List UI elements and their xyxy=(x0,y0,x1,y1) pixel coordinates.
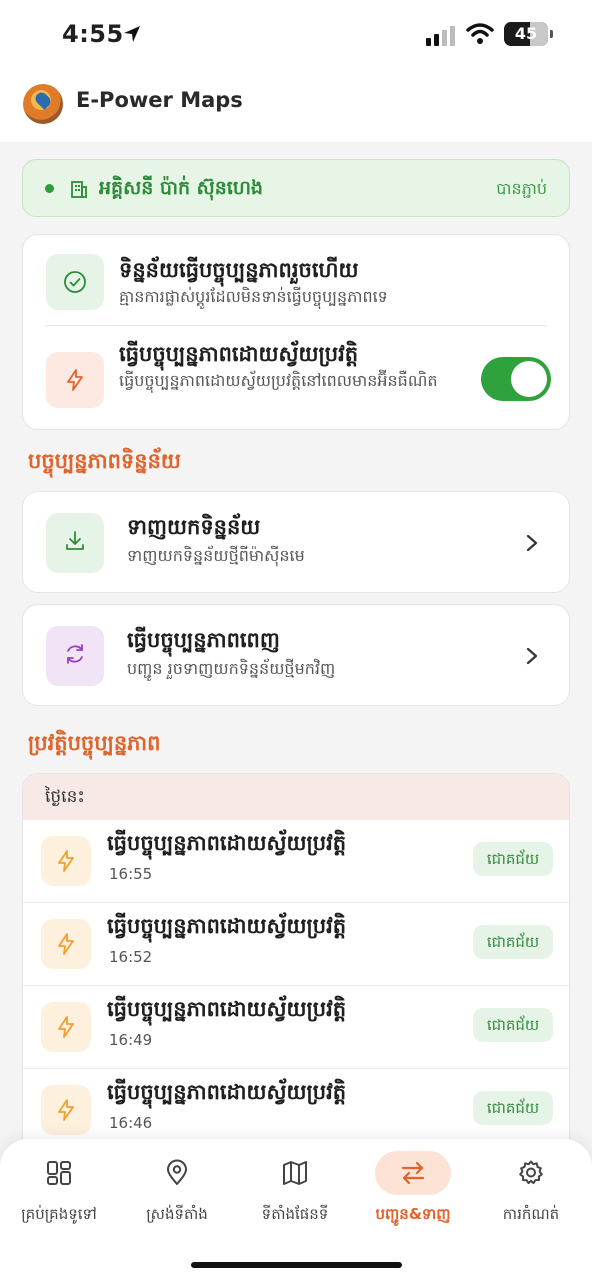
chevron-right-icon xyxy=(526,534,538,552)
download-data-button[interactable]: ទាញយកទិន្នន័យ ទាញយកទិន្នន័យថ្មីពីម៉ាស៊ីន… xyxy=(22,491,570,593)
nav-label: ការកំណត់ xyxy=(502,1205,560,1223)
nav-label: គ្រប់គ្រងទូទៅ xyxy=(21,1205,97,1223)
auto-sync-subtitle: ធ្វើបច្ចុប្បន្នភាពដោយស្វ័យប្រវត្តិនៅពេលម… xyxy=(119,371,438,390)
status-badge: ជោគជ័យ xyxy=(473,1091,553,1125)
history-bolt-tile xyxy=(41,1085,91,1135)
dashboard-icon xyxy=(47,1161,71,1185)
building-icon xyxy=(71,181,87,198)
download-tile xyxy=(46,513,104,573)
full-sync-subtitle: បញ្ជូន រួចទាញយកទិន្នន័យថ្មីមកវិញ xyxy=(127,659,336,678)
app-header: E-Power Maps xyxy=(0,70,592,142)
lightning-bolt-icon xyxy=(58,933,74,955)
app-logo-icon xyxy=(23,84,63,124)
bolt-tile xyxy=(46,352,104,408)
history-item[interactable]: ធ្វើបច្ចុប្បន្នភាពដោយស្វ័យប្រវត្តិ 16:46… xyxy=(23,1069,569,1140)
lightning-bolt-icon xyxy=(58,1099,74,1121)
sync-screen-content: អគ្គិសនី ប៉ាក់ ស៊ុនហេង បានភ្ជាប់ ទិន្នន័… xyxy=(0,142,592,1140)
sync-arrows-icon xyxy=(401,1161,425,1185)
full-sync-title: ធ្វើបច្ចុប្បន្នភាពពេញ xyxy=(127,628,280,652)
lightning-bolt-icon xyxy=(58,850,74,872)
auto-sync-toggle[interactable] xyxy=(481,357,551,401)
sync-status-subtitle: គ្មានការផ្លាស់ប្តូរដែលមិនទាន់ធ្វើបច្ចុប្… xyxy=(119,287,388,306)
nav-item-settings[interactable]: ការកំណត់ xyxy=(472,1149,590,1239)
lightning-bolt-icon xyxy=(58,1016,74,1038)
location-arrow-icon xyxy=(124,26,140,42)
auto-sync-title: ធ្វើបច្ចុប្បន្នភាពដោយស្វ័យប្រវត្តិ xyxy=(119,342,359,366)
connection-banner: អគ្គិសនី ប៉ាក់ ស៊ុនហេង បានភ្ជាប់ xyxy=(22,159,570,217)
nav-item-dashboard[interactable]: គ្រប់គ្រងទូទៅ xyxy=(0,1149,118,1239)
status-bar: 4:55 45 xyxy=(0,0,592,70)
bottom-navigation: គ្រប់គ្រងទូទៅ ស្រង់ទីតាំង ទីតាំងផែនទី បញ… xyxy=(0,1139,592,1280)
sync-status-title: ទិន្នន័យធ្វើបច្ចុប្បន្នភាពរួចហើយ xyxy=(119,258,359,282)
lightning-bolt-icon xyxy=(67,369,83,391)
check-tile xyxy=(46,254,104,310)
nav-icon-wrap xyxy=(21,1151,97,1195)
wifi-icon xyxy=(466,23,494,44)
battery-indicator: 45 xyxy=(504,22,553,46)
app-title: E-Power Maps xyxy=(76,88,243,112)
download-title: ទាញយកទិន្នន័យ xyxy=(127,515,261,539)
nav-item-sync[interactable]: បញ្ជូន&ទាញ xyxy=(354,1149,472,1239)
nav-icon-wrap xyxy=(375,1151,451,1195)
history-bolt-tile xyxy=(41,919,91,969)
history-item[interactable]: ធ្វើបច្ចុប្បន្នភាពដោយស្វ័យប្រវត្តិ 16:55… xyxy=(23,820,569,903)
nav-label: ទីតាំងផែនទី xyxy=(261,1205,329,1223)
history-bolt-tile xyxy=(41,836,91,886)
refresh-icon xyxy=(67,644,83,664)
status-badge: ជោគជ័យ xyxy=(473,842,553,876)
connection-name: អគ្គិសនី ប៉ាក់ ស៊ុនហេង xyxy=(99,177,263,199)
check-circle-icon xyxy=(64,271,86,293)
status-badge: ជោគជ័យ xyxy=(473,1008,553,1042)
sync-history-list: ថ្ងៃនេះ ធ្វើបច្ចុប្បន្នភាពដោយស្វ័យប្រវត្… xyxy=(22,773,570,1140)
clock: 4:55 xyxy=(62,20,124,48)
download-subtitle: ទាញយកទិន្នន័យថ្មីពីម៉ាស៊ីនមេ xyxy=(127,546,305,565)
history-item-title: ធ្វើបច្ចុប្បន្នភាពដោយស្វ័យប្រវត្តិ xyxy=(107,1080,347,1104)
nav-label: ស្រង់ទីតាំង xyxy=(146,1205,208,1223)
status-badge: ជោគជ័យ xyxy=(473,925,553,959)
nav-icon-wrap xyxy=(493,1151,569,1195)
history-item-time: 16:49 xyxy=(109,1031,153,1049)
location-pin-icon xyxy=(167,1159,187,1185)
history-item[interactable]: ធ្វើបច្ចុប្បន្នភាពដោយស្វ័យប្រវត្តិ 16:49… xyxy=(23,986,569,1069)
nav-item-map[interactable]: ទីតាំងផែនទី xyxy=(236,1149,354,1239)
nav-icon-wrap xyxy=(139,1151,215,1195)
history-bolt-tile xyxy=(41,1002,91,1052)
cellular-signal-icon xyxy=(426,26,455,46)
download-icon xyxy=(66,531,84,550)
update-section-title: បច្ចុប្បន្នភាពទិន្នន័យ xyxy=(28,449,181,473)
divider xyxy=(45,325,547,326)
refresh-tile xyxy=(46,626,104,686)
history-item-time: 16:52 xyxy=(109,948,153,966)
connection-status: បានភ្ជាប់ xyxy=(496,179,547,198)
gear-icon xyxy=(519,1160,543,1185)
history-section-title: ប្រវត្តិបច្ចុប្បន្នភាព xyxy=(28,731,161,755)
nav-item-collect-location[interactable]: ស្រង់ទីតាំង xyxy=(118,1149,236,1239)
full-sync-button[interactable]: ធ្វើបច្ចុប្បន្នភាពពេញ បញ្ជូន រួចទាញយកទិន… xyxy=(22,604,570,706)
nav-label: បញ្ជូន&ទាញ xyxy=(375,1205,451,1223)
history-group-header: ថ្ងៃនេះ xyxy=(23,774,569,820)
history-item-time: 16:46 xyxy=(109,1114,153,1132)
home-indicator xyxy=(191,1262,402,1268)
connection-dot xyxy=(45,184,54,193)
history-item-title: ធ្វើបច្ចុប្បន្នភាពដោយស្វ័យប្រវត្តិ xyxy=(107,914,347,938)
map-icon xyxy=(283,1161,307,1185)
chevron-right-icon xyxy=(526,647,538,665)
nav-icon-wrap xyxy=(257,1151,333,1195)
sync-status-card: ទិន្នន័យធ្វើបច្ចុប្បន្នភាពរួចហើយ គ្មានកា… xyxy=(22,234,570,430)
history-item-time: 16:55 xyxy=(109,865,153,883)
history-item-title: ធ្វើបច្ចុប្បន្នភាពដោយស្វ័យប្រវត្តិ xyxy=(107,997,347,1021)
history-item[interactable]: ធ្វើបច្ចុប្បន្នភាពដោយស្វ័យប្រវត្តិ 16:52… xyxy=(23,903,569,986)
history-item-title: ធ្វើបច្ចុប្បន្នភាពដោយស្វ័យប្រវត្តិ xyxy=(107,831,347,855)
toggle-knob xyxy=(511,361,547,397)
